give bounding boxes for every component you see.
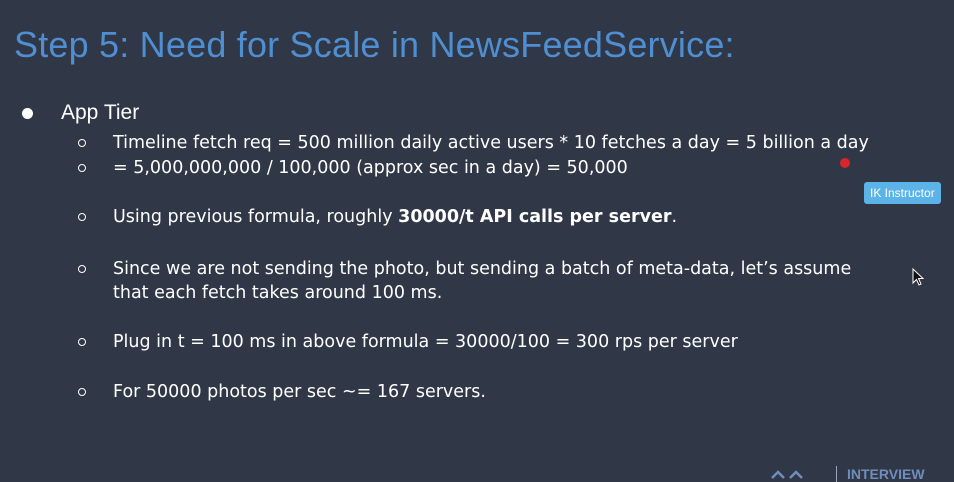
list-item-suffix: . [671,207,678,227]
logo-text: INTERVIEW [847,466,925,482]
list-item: Using previous formula, roughly 30000/t … [78,205,677,229]
list-item: Timeline fetch req = 500 million daily a… [78,131,869,155]
filled-bullet-icon [22,107,33,119]
list-item-text: = 5,000,000,000 / 100,000 (approx sec in… [113,158,628,178]
mouse-cursor-icon [912,267,925,290]
hollow-bullet-icon [78,139,86,147]
logo-divider [836,466,837,482]
list-item: For 50000 photos per sec ~= 167 servers. [78,380,486,404]
list-item-prefix: Using previous formula, roughly [113,207,399,227]
list-item-text: Using previous formula, roughly 30000/t … [113,205,677,229]
list-item-bold: 30000/t API calls per server [398,207,672,227]
list-item-line2: that each fetch takes around 100 ms. [113,283,443,303]
bullet-app-tier: App Tier [22,101,139,125]
list-item-text: Timeline fetch req = 500 million daily a… [113,133,869,153]
slide: Step 5: Need for Scale in NewsFeedServic… [0,0,954,482]
list-item: = 5,000,000,000 / 100,000 (approx sec in… [78,156,628,180]
bullet-label: App Tier [61,101,140,124]
hollow-bullet-icon [78,213,86,221]
list-item-line1: Since we are not sending the photo, but … [113,259,852,279]
hollow-bullet-icon [78,265,86,273]
list-item-text: Plug in t = 100 ms in above formula = 30… [113,332,738,352]
ik-instructor-badge: IK Instructor [864,182,941,204]
laser-pointer-dot [840,158,850,168]
list-item: Since we are not sending the photo, but … [78,257,851,305]
interview-logo: INTERVIEW [766,466,925,482]
list-item: Plug in t = 100 ms in above formula = 30… [78,330,738,354]
list-item-text: Since we are not sending the photo, but … [113,257,851,305]
slide-title: Step 5: Need for Scale in NewsFeedServic… [14,24,735,65]
interview-kickstart-logo-icon [771,470,803,479]
hollow-bullet-icon [78,164,86,172]
hollow-bullet-icon [78,338,86,346]
list-item-text: For 50000 photos per sec ~= 167 servers. [113,382,486,402]
hollow-bullet-icon [78,388,86,396]
